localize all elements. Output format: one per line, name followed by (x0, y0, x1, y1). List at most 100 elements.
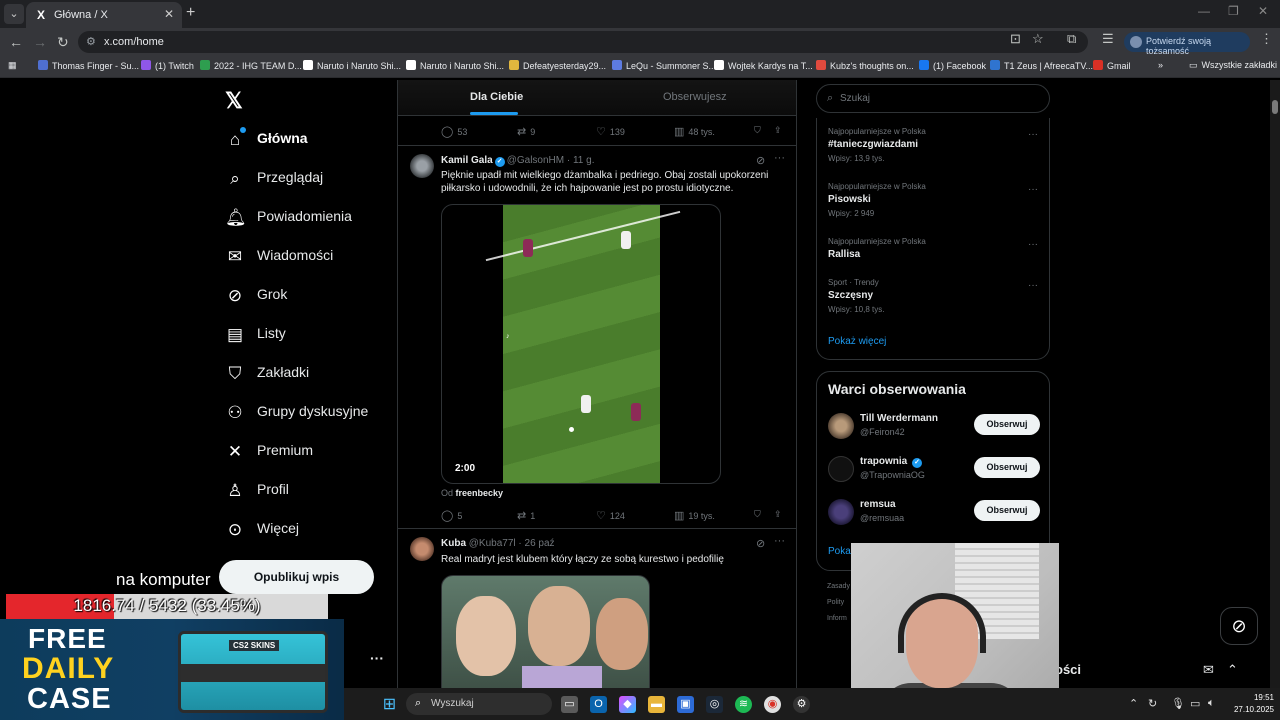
new-tab-icon[interactable]: + (186, 4, 195, 22)
browser-tab[interactable]: X Główna / X ✕ (26, 2, 182, 28)
author-handle[interactable]: @GalsonHM · 11 g. (507, 155, 595, 166)
publish-post-button[interactable]: Opublikuj wpis (219, 560, 374, 594)
avatar[interactable] (410, 154, 434, 178)
tab-following[interactable]: Obserwujesz (663, 91, 727, 103)
restore-icon[interactable]: ❐ (1228, 4, 1239, 18)
suggestion-name[interactable]: trapownia ✓ (860, 456, 924, 468)
views-button[interactable]: ▥ 48 tys. (674, 125, 715, 138)
bookmark-item[interactable]: 2022 - IHG TEAM D... (200, 60, 302, 71)
spotify-icon[interactable]: ≋ (735, 696, 752, 713)
show-more-trends-link[interactable]: Pokaż więcej (828, 336, 886, 347)
grok-floating-button[interactable]: ⊘ (1220, 607, 1258, 645)
follow-button[interactable]: Obserwuj (974, 500, 1040, 521)
post-menu-icon[interactable]: ··· (774, 535, 785, 547)
share-icon[interactable]: ⇪ (774, 125, 782, 136)
chrome-icon[interactable]: ◉ (764, 696, 781, 713)
close-window-icon[interactable]: ✕ (1258, 4, 1268, 18)
grok-explain-icon[interactable]: ⊘ (756, 537, 765, 550)
bookmark-item[interactable]: Thomas Finger - Su... (38, 60, 139, 71)
taskbar-search[interactable]: ⌕ Wyszukaj (406, 693, 552, 715)
scrollbar-thumb[interactable] (1272, 100, 1278, 114)
tab-search-chevron-icon[interactable]: ⌄ (4, 4, 24, 24)
bookmarks-overflow-icon[interactable]: » (1158, 60, 1163, 70)
post-video[interactable]: ♪ 2:00 (441, 204, 721, 484)
site-info-icon[interactable]: ⚙ (86, 35, 96, 48)
bookmark-star-icon[interactable]: ☆ (1032, 31, 1044, 47)
reading-list-icon[interactable]: ☰ (1102, 31, 1114, 47)
footer-link[interactable]: Inform (827, 615, 847, 622)
bookmark-item[interactable]: (1) Facebook (919, 60, 986, 71)
avatar[interactable] (828, 413, 854, 439)
post[interactable]: Kamil Gala ✓ @GalsonHM · 11 g. ⊘ ··· Piękn… (398, 146, 796, 528)
trend-item[interactable]: Sport · Trendy Szczęsny Wpisy: 10,8 tys.… (828, 278, 1038, 314)
trend-item[interactable]: Najpopularniejsze w Polska Pisowski Wpis… (828, 182, 1038, 218)
bookmark-item[interactable]: Gmail (1093, 60, 1131, 71)
reload-icon[interactable]: ↻ (57, 34, 69, 51)
repost-button[interactable]: ⇄ 1 (517, 509, 535, 522)
tray-overflow-icon[interactable]: ⌃ (1129, 697, 1138, 710)
reply-button[interactable]: ◯ 53 (441, 125, 467, 138)
views-button[interactable]: ▥ 19 tys. (674, 509, 715, 522)
task-view-icon[interactable]: ▭ (561, 696, 578, 713)
verify-identity-button[interactable]: Potwierdź swoją tożsamość (1124, 32, 1250, 56)
bookmark-item[interactable]: (1) Twitch (141, 60, 194, 71)
footer-link[interactable]: Zasady (827, 583, 850, 590)
apps-grid-icon[interactable]: ▦ (8, 60, 17, 71)
post-author[interactable]: Kamil Gala ✓ @GalsonHM · 11 g. (441, 155, 594, 167)
footer-link[interactable]: Polity (827, 599, 844, 606)
trend-menu-icon[interactable]: ··· (1028, 184, 1038, 195)
messages-drawer[interactable]: ości ✉ ⌃ (1055, 652, 1250, 688)
avatar[interactable] (410, 537, 434, 561)
bookmark-post-icon[interactable]: ⛉ (754, 125, 761, 136)
bookmark-item[interactable]: Wojtek Kardys na T... (714, 60, 813, 71)
tab-close-icon[interactable]: ✕ (164, 7, 174, 21)
post-photo[interactable] (441, 575, 650, 690)
author-handle[interactable]: @Kuba77l · 26 paź (469, 538, 555, 549)
suggestion-name[interactable]: remsua (860, 499, 896, 510)
bookmark-item[interactable]: LeQu - Summoner S... (612, 60, 716, 71)
tray-sync-icon[interactable]: ↻ (1148, 697, 1157, 710)
post[interactable]: Kuba @Kuba77l · 26 paź ⊘ ··· Real madryt… (398, 529, 796, 690)
windows-start-icon[interactable]: ⊞ (381, 696, 398, 713)
forward-icon[interactable]: → (33, 34, 47, 50)
file-explorer-icon[interactable]: ▬ (648, 696, 665, 713)
follow-suggestion[interactable]: remsua @remsuaa Obserwuj (828, 497, 1040, 527)
trend-menu-icon[interactable]: ··· (1028, 280, 1038, 291)
grok-explain-icon[interactable]: ⊘ (756, 154, 765, 167)
expand-drawer-icon[interactable]: ⌃ (1227, 662, 1238, 678)
share-icon[interactable]: ⇪ (774, 509, 782, 520)
app-icon[interactable]: ⚙ (793, 696, 810, 713)
like-button[interactable]: ♡ 124 (596, 509, 625, 522)
bookmark-item[interactable]: Naruto i Naruto Shi... (303, 60, 401, 71)
avatar[interactable] (828, 456, 854, 482)
omnibox[interactable]: ⚙ x.com/home (78, 31, 1088, 53)
account-menu-icon[interactable]: ··· (370, 650, 384, 666)
bookmark-item[interactable]: Kubz's thoughts on... (816, 60, 914, 71)
follow-suggestion[interactable]: trapownia ✓ @TrapowniaOG Obserwuj (828, 454, 1040, 484)
trend-menu-icon[interactable]: ··· (1028, 239, 1038, 250)
steam-icon[interactable]: ◎ (706, 696, 723, 713)
page-scrollbar[interactable] (1270, 80, 1280, 690)
minimize-icon[interactable]: — (1198, 4, 1210, 18)
volume-icon[interactable]: 🔈︎ (1208, 697, 1215, 710)
network-icon[interactable]: ▭ (1190, 697, 1200, 710)
microphone-icon[interactable]: 🎙︎ (1171, 697, 1185, 710)
bookmark-item[interactable]: Defeatyesterday29... (509, 60, 606, 71)
repost-button[interactable]: ⇄ 9 (517, 125, 535, 138)
new-message-icon[interactable]: ✉ (1203, 662, 1214, 678)
outlook-icon[interactable]: O (590, 696, 607, 713)
tab-for-you[interactable]: Dla Ciebie (470, 91, 523, 103)
install-app-icon[interactable]: ⊡ (1010, 31, 1021, 47)
from-user-link[interactable]: freenbecky (456, 488, 504, 498)
all-bookmarks-item[interactable]: ▭ Wszystkie zakładki (1189, 60, 1277, 71)
trend-menu-icon[interactable]: ··· (1028, 129, 1038, 140)
copilot-icon[interactable]: ◆ (619, 696, 636, 713)
post-author[interactable]: Kuba @Kuba77l · 26 paź (441, 538, 555, 549)
avatar[interactable] (828, 499, 854, 525)
trend-item[interactable]: Najpopularniejsze w Polska Rallisa ··· (828, 237, 1038, 260)
post-menu-icon[interactable]: ··· (774, 152, 785, 164)
author-name[interactable]: Kuba (441, 538, 466, 549)
extensions-icon[interactable]: ⧉ (1067, 31, 1076, 47)
x-logo-icon[interactable]: 𝕏 (225, 88, 243, 114)
suggestion-name[interactable]: Till Werdermann (860, 413, 938, 424)
